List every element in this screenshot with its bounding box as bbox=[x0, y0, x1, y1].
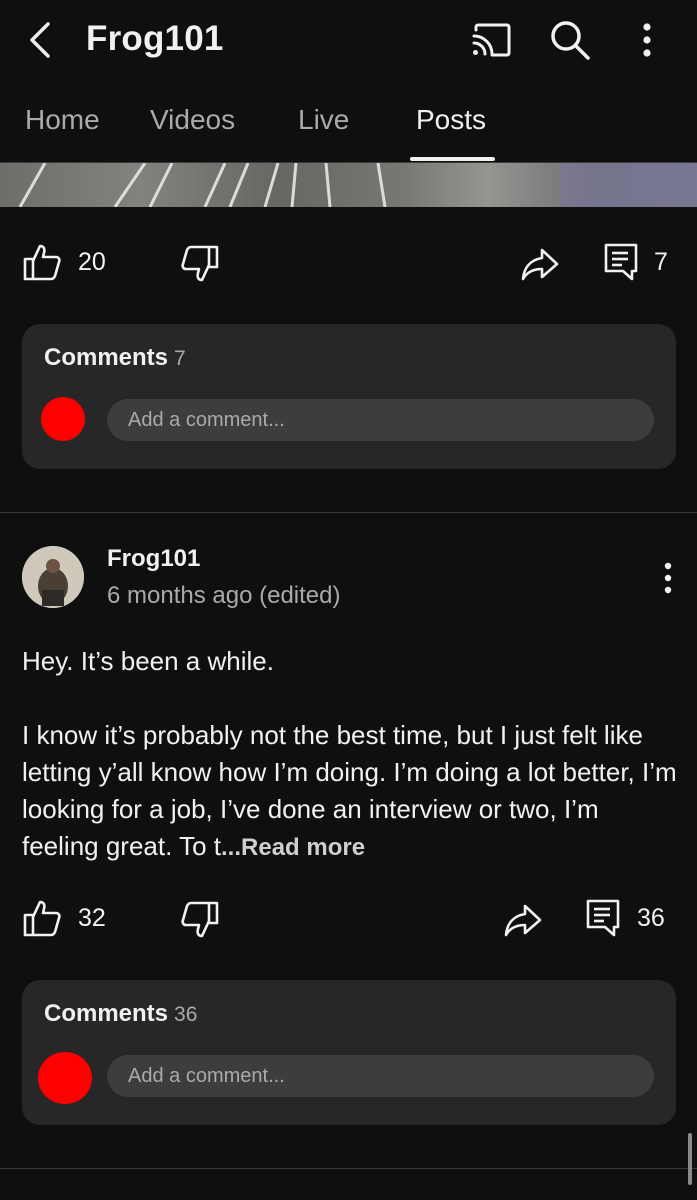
comment-icon[interactable] bbox=[602, 242, 642, 282]
share-icon[interactable] bbox=[520, 244, 560, 284]
post-timestamp: 6 months ago (edited) bbox=[107, 582, 341, 609]
comments-heading: Comments 7 bbox=[44, 344, 186, 372]
tab-home[interactable]: Home bbox=[25, 104, 100, 136]
top-app-bar: Frog101 bbox=[0, 0, 697, 82]
more-vert-icon[interactable] bbox=[632, 18, 662, 62]
thumb-down-icon[interactable] bbox=[180, 900, 220, 940]
add-comment-input[interactable]: Add a comment... bbox=[107, 399, 654, 441]
avatar bbox=[38, 1052, 92, 1104]
comment-count: 7 bbox=[654, 248, 668, 276]
comments-heading: Comments 36 bbox=[44, 1000, 197, 1028]
comment-icon[interactable] bbox=[584, 898, 624, 938]
comment-count: 36 bbox=[637, 904, 665, 932]
post-paragraph: I know it’s probably not the best time, … bbox=[22, 717, 682, 866]
channel-tabs: Home Videos Live Posts bbox=[0, 82, 697, 163]
comments-label: Comments bbox=[44, 1000, 169, 1027]
post-image[interactable] bbox=[0, 163, 697, 207]
post-divider bbox=[0, 512, 697, 513]
channel-title: Frog101 bbox=[86, 19, 224, 58]
post-author[interactable]: Frog101 bbox=[107, 545, 200, 573]
comments-card[interactable]: Comments 7 Add a comment... bbox=[22, 324, 676, 469]
more-vert-icon[interactable] bbox=[655, 560, 681, 596]
tab-videos[interactable]: Videos bbox=[150, 104, 235, 136]
post-divider bbox=[0, 1168, 697, 1169]
thumb-down-icon[interactable] bbox=[180, 244, 220, 284]
comments-card[interactable]: Comments 36 Add a comment... bbox=[22, 980, 676, 1125]
share-icon[interactable] bbox=[503, 900, 543, 940]
cast-icon[interactable] bbox=[470, 22, 512, 58]
avatar bbox=[41, 397, 85, 441]
search-icon[interactable] bbox=[548, 18, 592, 62]
post-body: Hey. It’s been a while. I know it’s prob… bbox=[22, 643, 682, 866]
post-actions: 32 36 bbox=[0, 896, 697, 956]
add-comment-input[interactable]: Add a comment... bbox=[107, 1055, 654, 1097]
back-arrow-icon[interactable] bbox=[24, 20, 60, 60]
thumb-up-icon[interactable] bbox=[22, 242, 62, 282]
post-actions: 20 7 bbox=[0, 240, 697, 300]
tab-live[interactable]: Live bbox=[298, 104, 349, 136]
scrollbar[interactable] bbox=[688, 1133, 692, 1185]
comments-count: 36 bbox=[174, 1003, 198, 1026]
comments-count: 7 bbox=[174, 347, 186, 370]
post-paragraph: Hey. It’s been a while. bbox=[22, 646, 274, 676]
channel-avatar[interactable] bbox=[22, 546, 84, 608]
active-tab-indicator bbox=[410, 157, 495, 161]
comments-label: Comments bbox=[44, 344, 169, 371]
read-more-link[interactable]: Read more bbox=[241, 834, 365, 861]
thumb-up-icon[interactable] bbox=[22, 898, 62, 938]
like-count: 32 bbox=[78, 904, 106, 932]
tab-posts[interactable]: Posts bbox=[416, 104, 486, 136]
like-count: 20 bbox=[78, 248, 106, 276]
ellipsis: ... bbox=[221, 834, 242, 861]
